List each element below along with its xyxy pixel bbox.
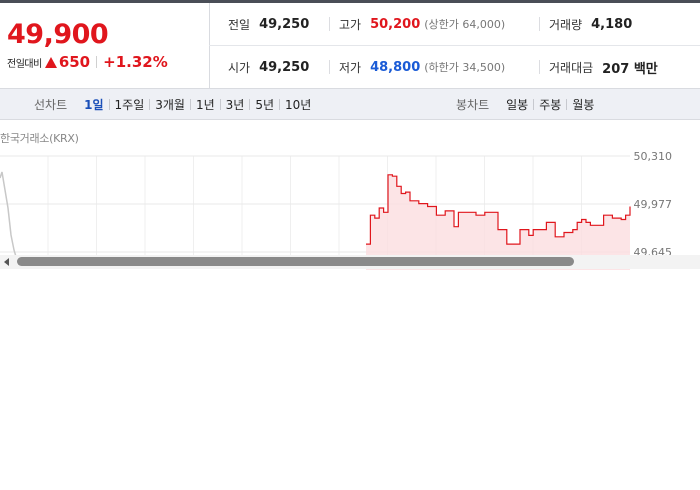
stat-divider [329,60,330,74]
stat-sub: (상한가 64,000) [424,18,506,31]
chart-early-trace [0,171,18,261]
change-rate: +1.32% [103,53,168,71]
stat-value: 50,200 [370,16,421,32]
stat-volume: 거래량 4,180 [549,3,632,45]
current-price: 49,900 [7,19,109,50]
price-chart: 한국거래소(KRX) 50,310 49,977 49,645 [0,120,700,270]
tab-1w[interactable]: 1주일 [110,96,150,113]
change-label: 전일대비 [7,58,42,70]
stat-divider [329,17,330,31]
tab-weekly[interactable]: 주봉 [534,96,566,113]
stat-low: 저가 48,800 (하한가 34,500) [339,46,505,88]
stat-label: 전일 [228,17,251,32]
chart-tabs-bar: 선차트 1일 1주일 3개월 1년 3년 5년 10년 봉차트 일봉 주봉 월봉 [0,89,700,120]
line-chart-label: 선차트 [34,97,68,112]
y-tick-label: 49,977 [634,198,673,211]
stat-label: 거래대금 [549,60,594,75]
tab-3y[interactable]: 3년 [221,96,250,113]
scroll-left-icon[interactable] [4,258,9,266]
stat-open: 시가 49,250 [228,46,309,88]
stat-divider [539,60,540,74]
tab-1d[interactable]: 1일 [79,96,108,113]
tab-1y[interactable]: 1년 [191,96,220,113]
stat-label: 시가 [228,60,251,75]
stats-row-1: 전일 49,250 고가 50,200 (상한가 64,000) 거래량 4,1… [209,3,700,46]
y-tick-label: 50,310 [634,150,673,163]
quote-panel: 49,900 전일대비 650 +1.32% 전일 49,250 고가 50,2… [0,3,700,89]
stat-label: 거래량 [549,17,583,32]
stats-grid: 전일 49,250 고가 50,200 (상한가 64,000) 거래량 4,1… [209,3,700,88]
candle-chart-label: 봉차트 [456,97,490,112]
change-row: 전일대비 650 +1.32% [7,53,168,71]
y-axis-ticks: 50,31049,97749,645 [634,150,673,259]
tab-10y[interactable]: 10년 [280,96,316,113]
candle-chart-tabs: 봉차트 일봉 주봉 월봉 [456,89,599,119]
stat-label: 저가 [339,60,362,75]
up-triangle-icon [44,56,57,68]
tab-3m[interactable]: 3개월 [150,96,190,113]
stat-value: 207 백만 [602,61,658,77]
chart-scrollbar[interactable] [0,255,700,269]
stat-amount: 거래대금 207 백만 [549,46,658,88]
stat-label: 고가 [339,17,362,32]
stat-value: 48,800 [370,59,421,75]
stat-high: 고가 50,200 (상한가 64,000) [339,3,505,45]
price-box: 49,900 전일대비 650 +1.32% [0,3,210,88]
line-chart-tabs: 선차트 1일 1주일 3개월 1년 3년 5년 10년 [34,89,316,119]
change-amount: 650 [58,53,91,71]
tab-monthly[interactable]: 월봉 [567,96,599,113]
stat-prev-close: 전일 49,250 [228,3,309,45]
stat-value: 4,180 [591,16,633,32]
stat-value: 49,250 [259,16,310,32]
stat-divider [539,17,540,31]
tab-daily[interactable]: 일봉 [501,96,533,113]
chart-svg: 50,31049,97749,645 [0,150,673,270]
stats-row-2: 시가 49,250 저가 48,800 (하한가 34,500) 거래대금 20… [209,46,700,88]
stat-value: 49,250 [259,59,310,75]
scrollbar-thumb[interactable] [17,257,574,266]
tab-5y[interactable]: 5년 [250,96,279,113]
change-divider [96,56,98,68]
stat-sub: (하한가 34,500) [424,61,506,74]
